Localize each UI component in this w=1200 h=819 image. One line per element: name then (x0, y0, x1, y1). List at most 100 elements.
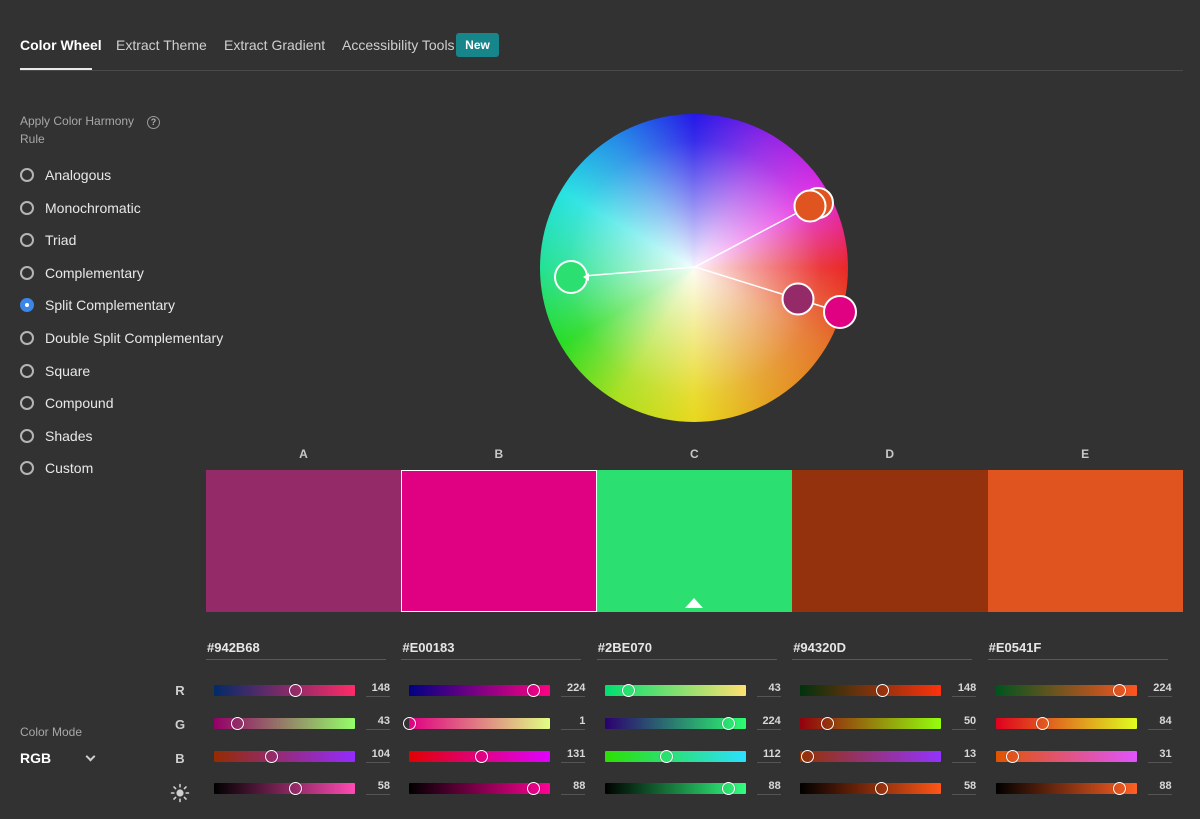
harmony-rule-compound[interactable]: Compound (20, 393, 114, 413)
color-swatch-c[interactable] (596, 470, 793, 612)
slider-g-a[interactable] (214, 717, 355, 730)
slider-g-b[interactable] (403, 717, 551, 730)
color-swatch-e[interactable] (987, 470, 1183, 612)
value-r-b[interactable]: 224 (555, 682, 585, 694)
harmony-rule-complementary[interactable]: Complementary (20, 263, 144, 283)
slider-thumb[interactable] (231, 717, 245, 730)
slider-thumb[interactable] (622, 684, 636, 697)
hex-input-a[interactable]: #942B68 (206, 640, 386, 660)
hex-input-d[interactable]: #94320D (792, 640, 973, 660)
value-r-e[interactable]: 224 (1142, 682, 1171, 694)
slider-thumb[interactable] (875, 684, 889, 697)
wheel-handle-e[interactable] (793, 189, 827, 223)
value-b-b[interactable]: 131 (555, 748, 585, 760)
value-brightness-d[interactable]: 58 (946, 780, 976, 792)
radio-split-complementary[interactable] (20, 298, 34, 313)
slider-b-e[interactable] (995, 750, 1137, 763)
slider-g-d[interactable] (800, 717, 942, 730)
wheel-handle-b[interactable] (823, 295, 857, 329)
slider-thumb[interactable] (875, 782, 889, 795)
radio-analogous[interactable] (20, 168, 34, 182)
harmony-rule-double-split-complementary[interactable]: Double Split Complementary (20, 328, 223, 348)
radio-double-split-complementary[interactable] (20, 331, 34, 345)
radio-triad[interactable] (20, 233, 34, 248)
harmony-rule-monochromatic[interactable]: Monochromatic (20, 198, 141, 218)
slider-thumb[interactable] (265, 750, 278, 763)
slider-b-b[interactable] (409, 750, 551, 763)
value-r-a[interactable]: 148 (360, 682, 390, 694)
slider-thumb[interactable] (289, 684, 303, 697)
tab-extract-gradient[interactable]: Extract Gradient (224, 37, 325, 53)
value-g-d[interactable]: 50 (946, 715, 976, 727)
radio-compound[interactable] (20, 396, 34, 411)
slider-thumb[interactable] (1006, 750, 1020, 763)
question-circle-icon[interactable]: ? (147, 116, 160, 129)
slider-thumb[interactable] (722, 717, 736, 730)
slider-g-e[interactable] (995, 717, 1137, 730)
value-brightness-e[interactable]: 88 (1142, 780, 1171, 792)
radio-monochromatic[interactable] (20, 200, 34, 215)
slider-b-d[interactable] (800, 750, 942, 763)
tab-extract-theme[interactable]: Extract Theme (116, 37, 207, 53)
slider-r-a[interactable] (214, 684, 355, 697)
harmony-rule-shades[interactable]: Shades (20, 426, 92, 446)
harmony-rule-square[interactable]: Square (20, 361, 90, 381)
harmony-rule-analogous[interactable]: Analogous (20, 165, 111, 185)
slider-brightness-a[interactable] (214, 782, 355, 795)
slider-thumb[interactable] (289, 782, 303, 795)
slider-brightness-d[interactable] (800, 782, 942, 795)
value-r-d[interactable]: 148 (946, 682, 976, 694)
slider-brightness-c[interactable] (604, 782, 746, 795)
value-g-b[interactable]: 1 (555, 715, 585, 727)
slider-thumb[interactable] (526, 684, 540, 697)
hex-input-b[interactable]: #E00183 (401, 640, 582, 660)
wheel-handle-c-base[interactable] (554, 260, 588, 294)
color-swatch-b[interactable] (401, 470, 597, 612)
tab-accessibility-tools[interactable]: Accessibility Tools (342, 37, 455, 53)
harmony-rule-triad[interactable]: Triad (20, 230, 76, 250)
slider-thumb[interactable] (403, 717, 417, 730)
harmony-rule-custom[interactable]: Custom (20, 458, 93, 478)
slider-brightness-b[interactable] (409, 782, 551, 795)
wheel-handle-a[interactable] (781, 282, 815, 316)
value-r-c[interactable]: 43 (751, 682, 781, 694)
hex-input-e[interactable]: #E0541F (987, 640, 1168, 660)
radio-square[interactable] (20, 363, 34, 378)
hex-input-c[interactable]: #2BE070 (596, 640, 777, 660)
slider-r-c[interactable] (604, 684, 746, 697)
slider-g-c[interactable] (604, 717, 746, 730)
radio-custom[interactable] (20, 461, 34, 476)
slider-b-a[interactable] (214, 750, 355, 763)
harmony-rule-split-complementary[interactable]: Split Complementary (20, 295, 175, 315)
color-swatch-d[interactable] (792, 470, 988, 612)
slider-thumb[interactable] (526, 782, 540, 795)
slider-b-c[interactable] (604, 750, 746, 763)
slider-thumb[interactable] (821, 717, 835, 730)
value-brightness-c[interactable]: 88 (751, 780, 781, 792)
slider-thumb[interactable] (800, 750, 814, 763)
slider-thumb[interactable] (1112, 684, 1126, 697)
slider-r-e[interactable] (995, 684, 1137, 697)
radio-complementary[interactable] (20, 265, 34, 280)
value-b-d[interactable]: 13 (946, 748, 976, 760)
slider-thumb[interactable] (1035, 717, 1049, 730)
slider-thumb[interactable] (660, 750, 674, 763)
tab-color-wheel[interactable]: Color Wheel (20, 37, 102, 53)
value-b-a[interactable]: 104 (360, 748, 390, 760)
value-brightness-b[interactable]: 88 (555, 780, 585, 792)
slider-thumb[interactable] (1113, 782, 1127, 795)
value-b-c[interactable]: 112 (751, 748, 781, 760)
radio-shades[interactable] (20, 428, 34, 443)
slider-thumb[interactable] (475, 750, 489, 763)
value-b-e[interactable]: 31 (1142, 748, 1171, 760)
slider-brightness-e[interactable] (995, 782, 1137, 795)
color-mode-dropdown[interactable]: RGB (20, 748, 96, 768)
slider-thumb[interactable] (722, 782, 736, 795)
color-swatch-a[interactable] (206, 470, 402, 612)
value-g-e[interactable]: 84 (1142, 715, 1171, 727)
value-brightness-a[interactable]: 58 (360, 780, 390, 792)
value-g-c[interactable]: 224 (751, 715, 780, 727)
slider-r-b[interactable] (409, 684, 551, 697)
value-g-a[interactable]: 43 (360, 715, 390, 727)
slider-r-d[interactable] (800, 684, 942, 697)
